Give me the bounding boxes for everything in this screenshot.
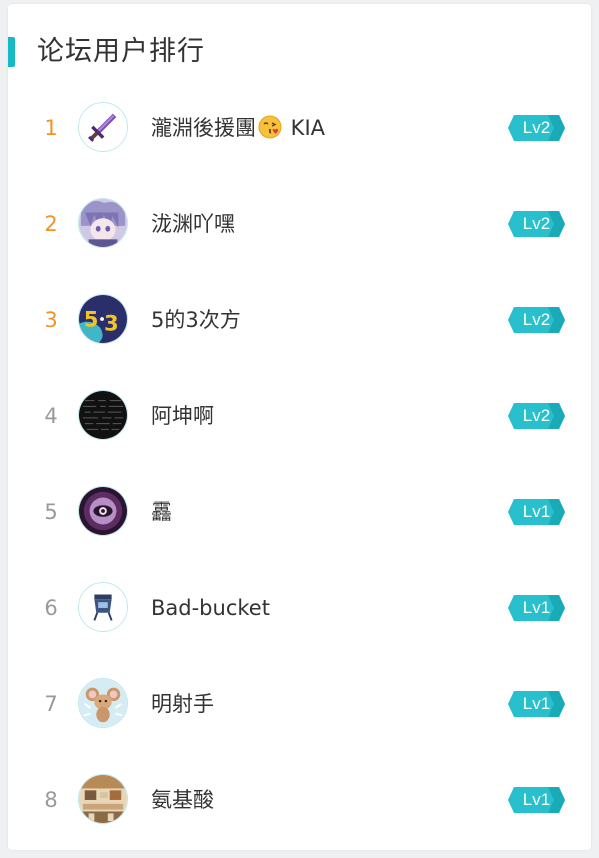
level-label: Lv1 xyxy=(522,598,551,617)
ranking-row[interactable]: 6 Bad-bucket Lv1 xyxy=(8,562,591,658)
ranking-row[interactable]: 7 明射手 Lv1 xyxy=(8,658,591,754)
username-text: 瀧淵後援團 xyxy=(151,116,256,140)
ranking-row[interactable]: 5 靐 Lv1 xyxy=(8,466,591,562)
ranking-row[interactable]: 4 阿坤啊 Lv2 xyxy=(8,370,591,466)
level-label: Lv1 xyxy=(522,790,551,809)
level-badge: Lv1 xyxy=(508,499,565,525)
level-badge: Lv1 xyxy=(508,691,565,717)
level-badge: Lv2 xyxy=(508,307,565,333)
username[interactable]: 氨基酸 xyxy=(151,781,214,819)
rank-number: 8 xyxy=(44,788,58,812)
dark-text-avatar[interactable] xyxy=(78,390,128,440)
username-suffix: KIA xyxy=(284,116,326,140)
level-badge: Lv2 xyxy=(508,115,565,141)
header-accent-bar xyxy=(8,37,15,67)
bucket-avatar[interactable] xyxy=(78,582,128,632)
face-blowing-kiss-icon xyxy=(258,115,282,139)
mouse-avatar[interactable] xyxy=(78,678,128,728)
five-three-avatar[interactable]: 5 3 xyxy=(78,294,128,344)
rank-number: 5 xyxy=(44,500,58,524)
panel-header: 论坛用户排行 xyxy=(8,34,591,70)
panel-title: 论坛用户排行 xyxy=(37,36,205,67)
ranking-row[interactable]: 1 瀧淵後援團 KIA Lv2 xyxy=(8,82,591,178)
svg-text:5: 5 xyxy=(84,307,99,332)
sword-avatar[interactable] xyxy=(78,102,128,152)
ranking-row[interactable]: 3 5 3 5的3次方 Lv2 xyxy=(8,274,591,370)
rank-number: 2 xyxy=(44,212,58,236)
level-label: Lv2 xyxy=(522,214,551,233)
ranking-list: 1 瀧淵後援團 KIA Lv2 2 泷渊吖嘿 Lv2 3 5 3 5的3次方 L… xyxy=(8,82,591,850)
level-label: Lv2 xyxy=(522,118,551,137)
level-badge: Lv2 xyxy=(508,211,565,237)
ranking-row[interactable]: 2 泷渊吖嘿 Lv2 xyxy=(8,178,591,274)
user-ranking-card: 论坛用户排行 1 瀧淵後援團 KIA Lv2 2 泷渊吖嘿 Lv2 3 5 3 … xyxy=(8,4,591,850)
username[interactable]: 瀧淵後援團 KIA xyxy=(151,109,325,147)
room-avatar[interactable] xyxy=(78,774,128,824)
rank-number: 7 xyxy=(44,692,58,716)
username[interactable]: 阿坤啊 xyxy=(151,397,214,435)
username[interactable]: 明射手 xyxy=(151,685,214,723)
level-label: Lv1 xyxy=(522,694,551,713)
level-label: Lv1 xyxy=(522,502,551,521)
purple-eye-avatar[interactable] xyxy=(78,486,128,536)
level-badge: Lv1 xyxy=(508,595,565,621)
rank-number: 4 xyxy=(44,404,58,428)
level-badge: Lv1 xyxy=(508,787,565,813)
rank-number: 1 xyxy=(44,116,58,140)
ranking-row[interactable]: 8 氨基酸 Lv1 xyxy=(8,754,591,850)
level-label: Lv2 xyxy=(522,310,551,329)
anime-avatar[interactable] xyxy=(78,198,128,248)
username[interactable]: 泷渊吖嘿 xyxy=(151,205,235,243)
username[interactable]: 靐 xyxy=(151,493,172,531)
level-label: Lv2 xyxy=(522,406,551,425)
svg-text:3: 3 xyxy=(104,311,119,336)
rank-number: 6 xyxy=(44,596,58,620)
level-badge: Lv2 xyxy=(508,403,565,429)
rank-number: 3 xyxy=(44,308,58,332)
username[interactable]: 5的3次方 xyxy=(151,301,241,339)
username[interactable]: Bad-bucket xyxy=(151,589,270,627)
